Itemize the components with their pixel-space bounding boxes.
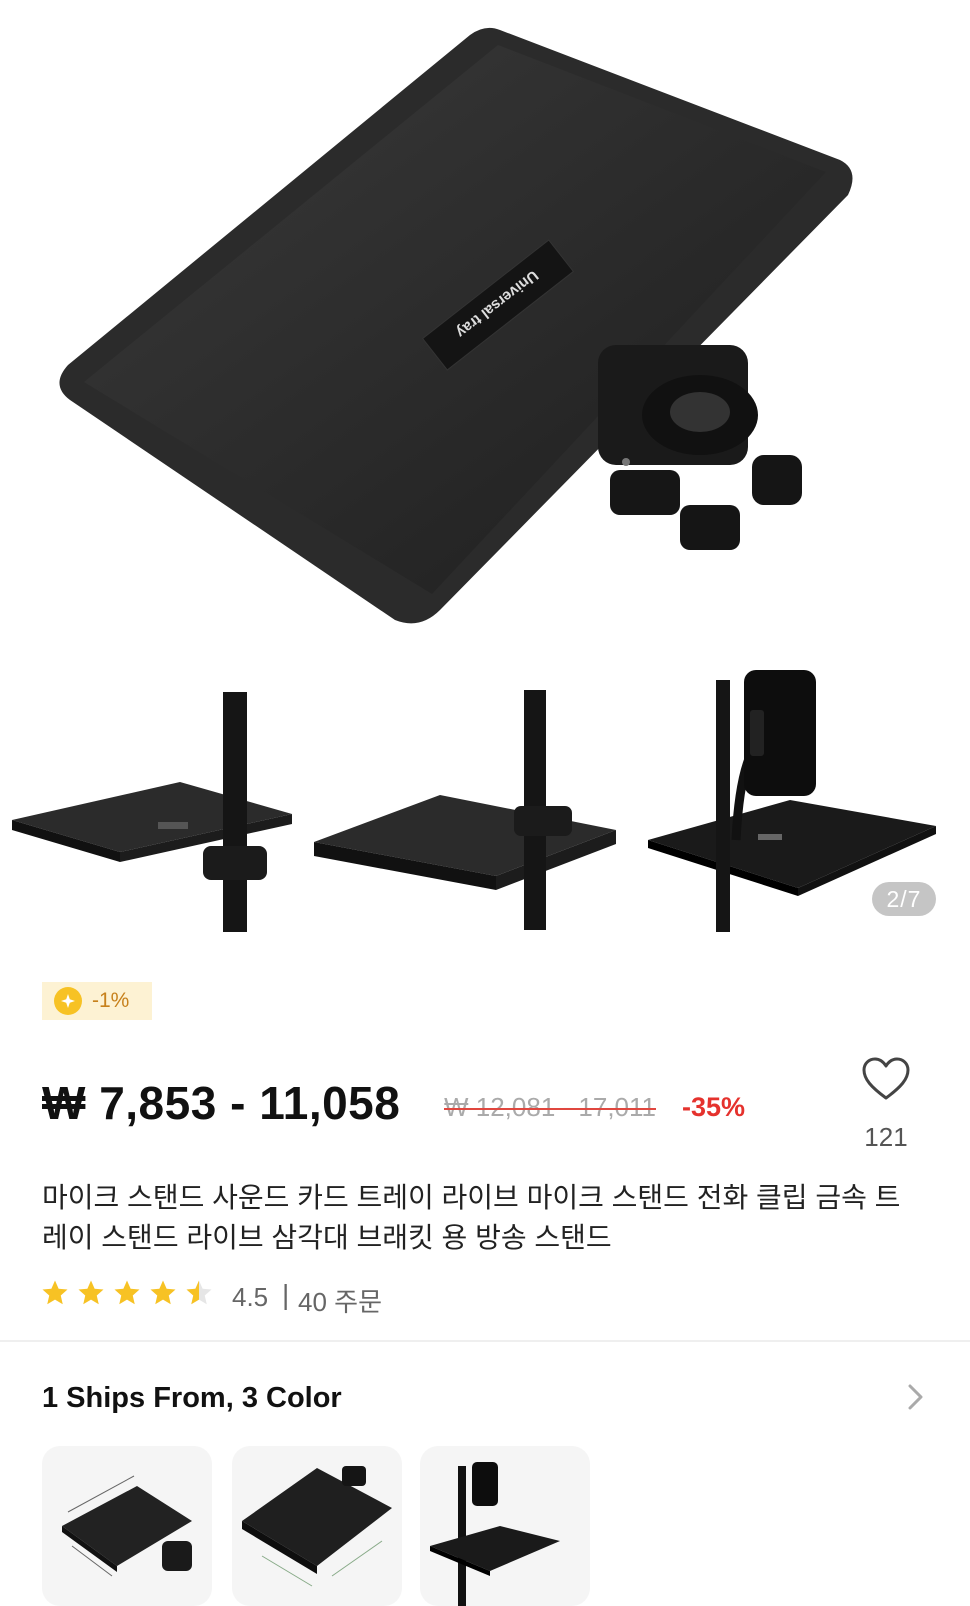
rating-separator: | (282, 1279, 290, 1310)
section-divider (0, 1340, 970, 1342)
gallery-thumb-1 (12, 692, 292, 932)
variant-thumb-3[interactable] (420, 1446, 590, 1606)
heart-outline-icon (862, 1057, 910, 1100)
variant-summary-label[interactable]: 1 Ships From, 3 Color (42, 1382, 342, 1415)
chevron-right-icon[interactable] (906, 1382, 926, 1417)
variant-image-1 (62, 1475, 192, 1577)
coin-icon (54, 987, 82, 1015)
rating-value: 4.5 (232, 1282, 269, 1312)
gallery-page-counter: 2/7 (872, 882, 936, 916)
product-images: Universal tray (12, 27, 936, 932)
rating-stars[interactable] (40, 1278, 214, 1308)
wishlist-count: 121 (864, 1122, 908, 1152)
star-icon (78, 1280, 104, 1305)
current-price: ₩ 7,853 - 11,058 (42, 1077, 401, 1129)
wishlist-button[interactable] (858, 1056, 914, 1107)
main-tray-image: Universal tray (59, 27, 853, 624)
gallery-thumb-2 (314, 690, 616, 930)
orders-count[interactable]: 40 주문 (298, 1282, 382, 1319)
original-price: ₩ 12,081 - 17,011 (444, 1092, 656, 1122)
half-star-icon (186, 1280, 212, 1305)
variant-image-3 (430, 1462, 560, 1606)
discount-percent: -35% (682, 1092, 746, 1122)
variant-thumb-1[interactable] (42, 1446, 212, 1606)
product-gallery[interactable]: Universal tray 2/7 (0, 0, 970, 1000)
product-title: 마이크 스탠드 사운드 카드 트레이 라이브 마이크 스탠드 전화 클립 금속 … (42, 1182, 901, 1253)
star-icon (150, 1280, 176, 1305)
star-icon (114, 1280, 140, 1305)
coin-discount-badge[interactable]: -1% (42, 982, 152, 1020)
variant-thumb-2[interactable] (232, 1446, 402, 1606)
star-icon (42, 1280, 68, 1305)
coin-discount-text: -1% (92, 989, 130, 1012)
variant-image-2 (242, 1466, 392, 1587)
